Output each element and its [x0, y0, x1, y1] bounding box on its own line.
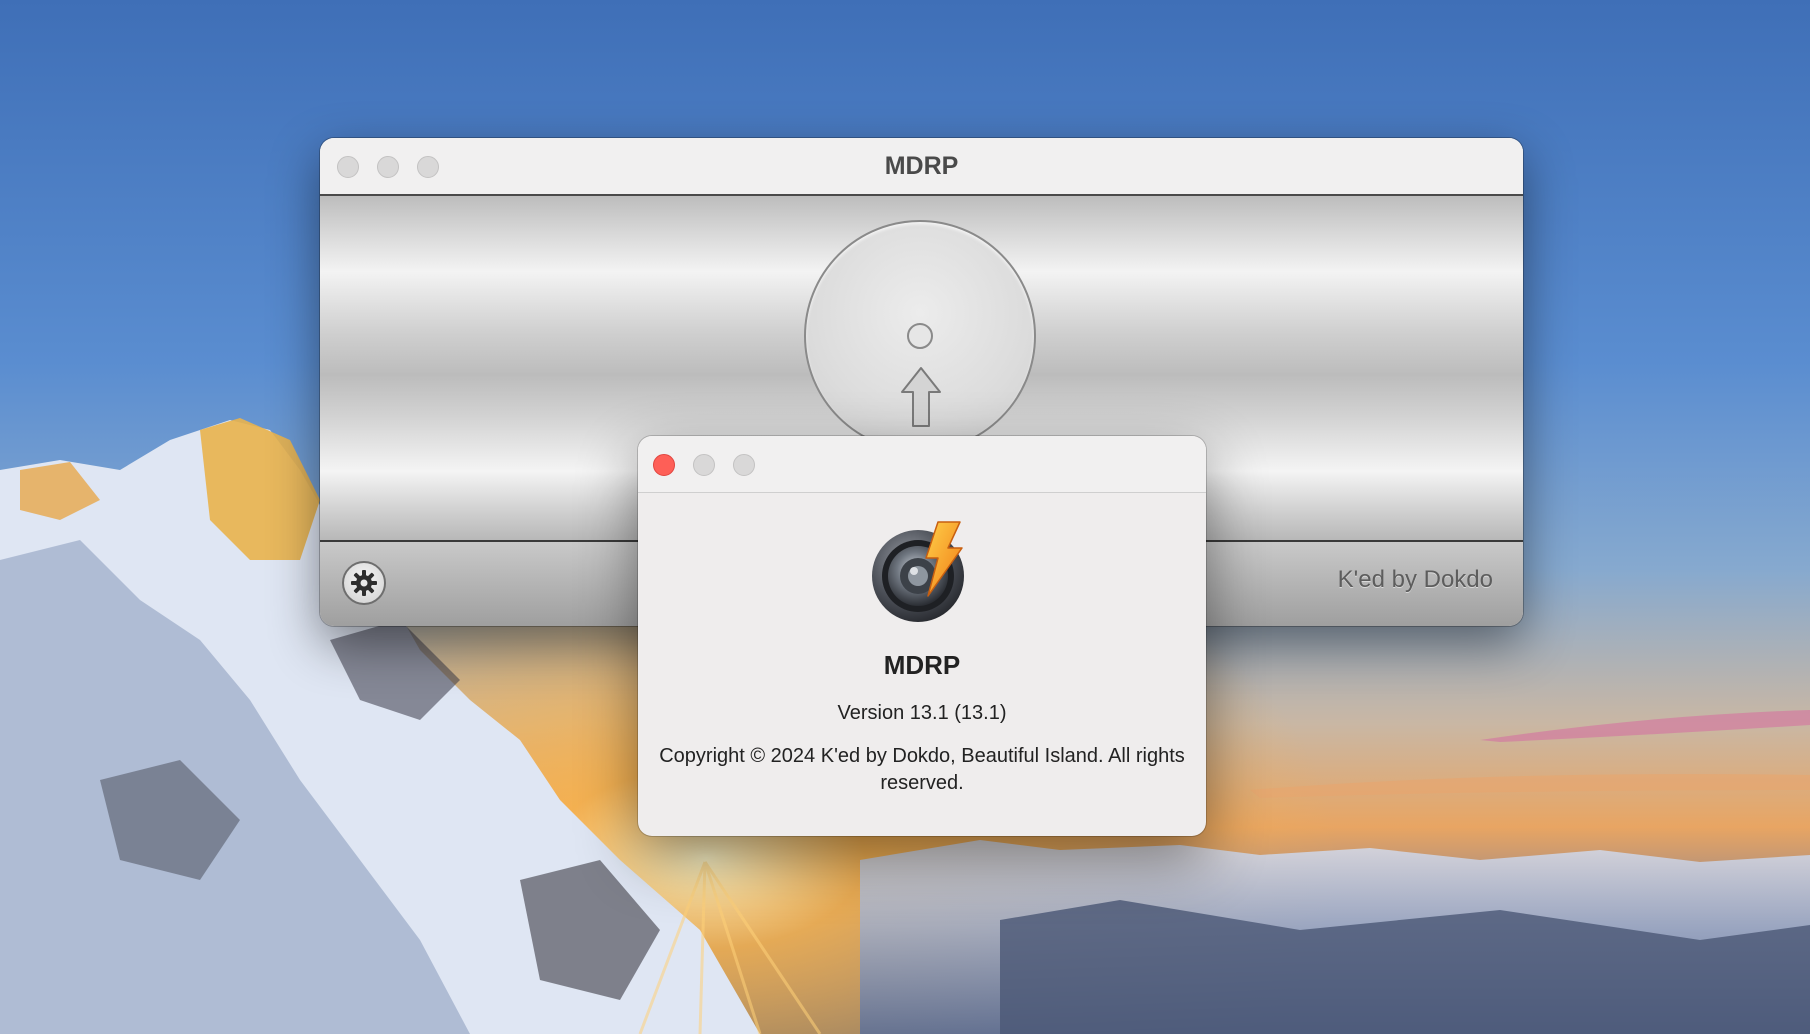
main-titlebar[interactable]: MDRP [320, 138, 1523, 196]
gear-icon [351, 570, 377, 596]
settings-button[interactable] [342, 561, 386, 605]
about-app-name: MDRP [883, 650, 961, 680]
disc-hole [907, 323, 933, 349]
about-minimize-button[interactable] [693, 454, 715, 476]
about-dialog: MDRP Version 13.1 (13.1) Copyright © 202… [638, 436, 1206, 836]
about-version: Version 13.1 (13.1) [837, 702, 1007, 724]
main-window-title: MDRP [884, 152, 959, 180]
about-zoom-button[interactable] [733, 454, 755, 476]
up-arrow-icon [901, 367, 941, 427]
credit-label: K'ed by Dokdo [1337, 566, 1493, 593]
disc-with-up-arrow-icon[interactable] [804, 220, 1036, 452]
about-close-button[interactable] [653, 454, 675, 476]
about-copyright: Copyright © 2024 K'ed by Dokdo, Beautifu… [659, 745, 1185, 794]
about-titlebar[interactable] [638, 436, 1206, 493]
mdrp-lens-bolt-icon [872, 521, 964, 622]
